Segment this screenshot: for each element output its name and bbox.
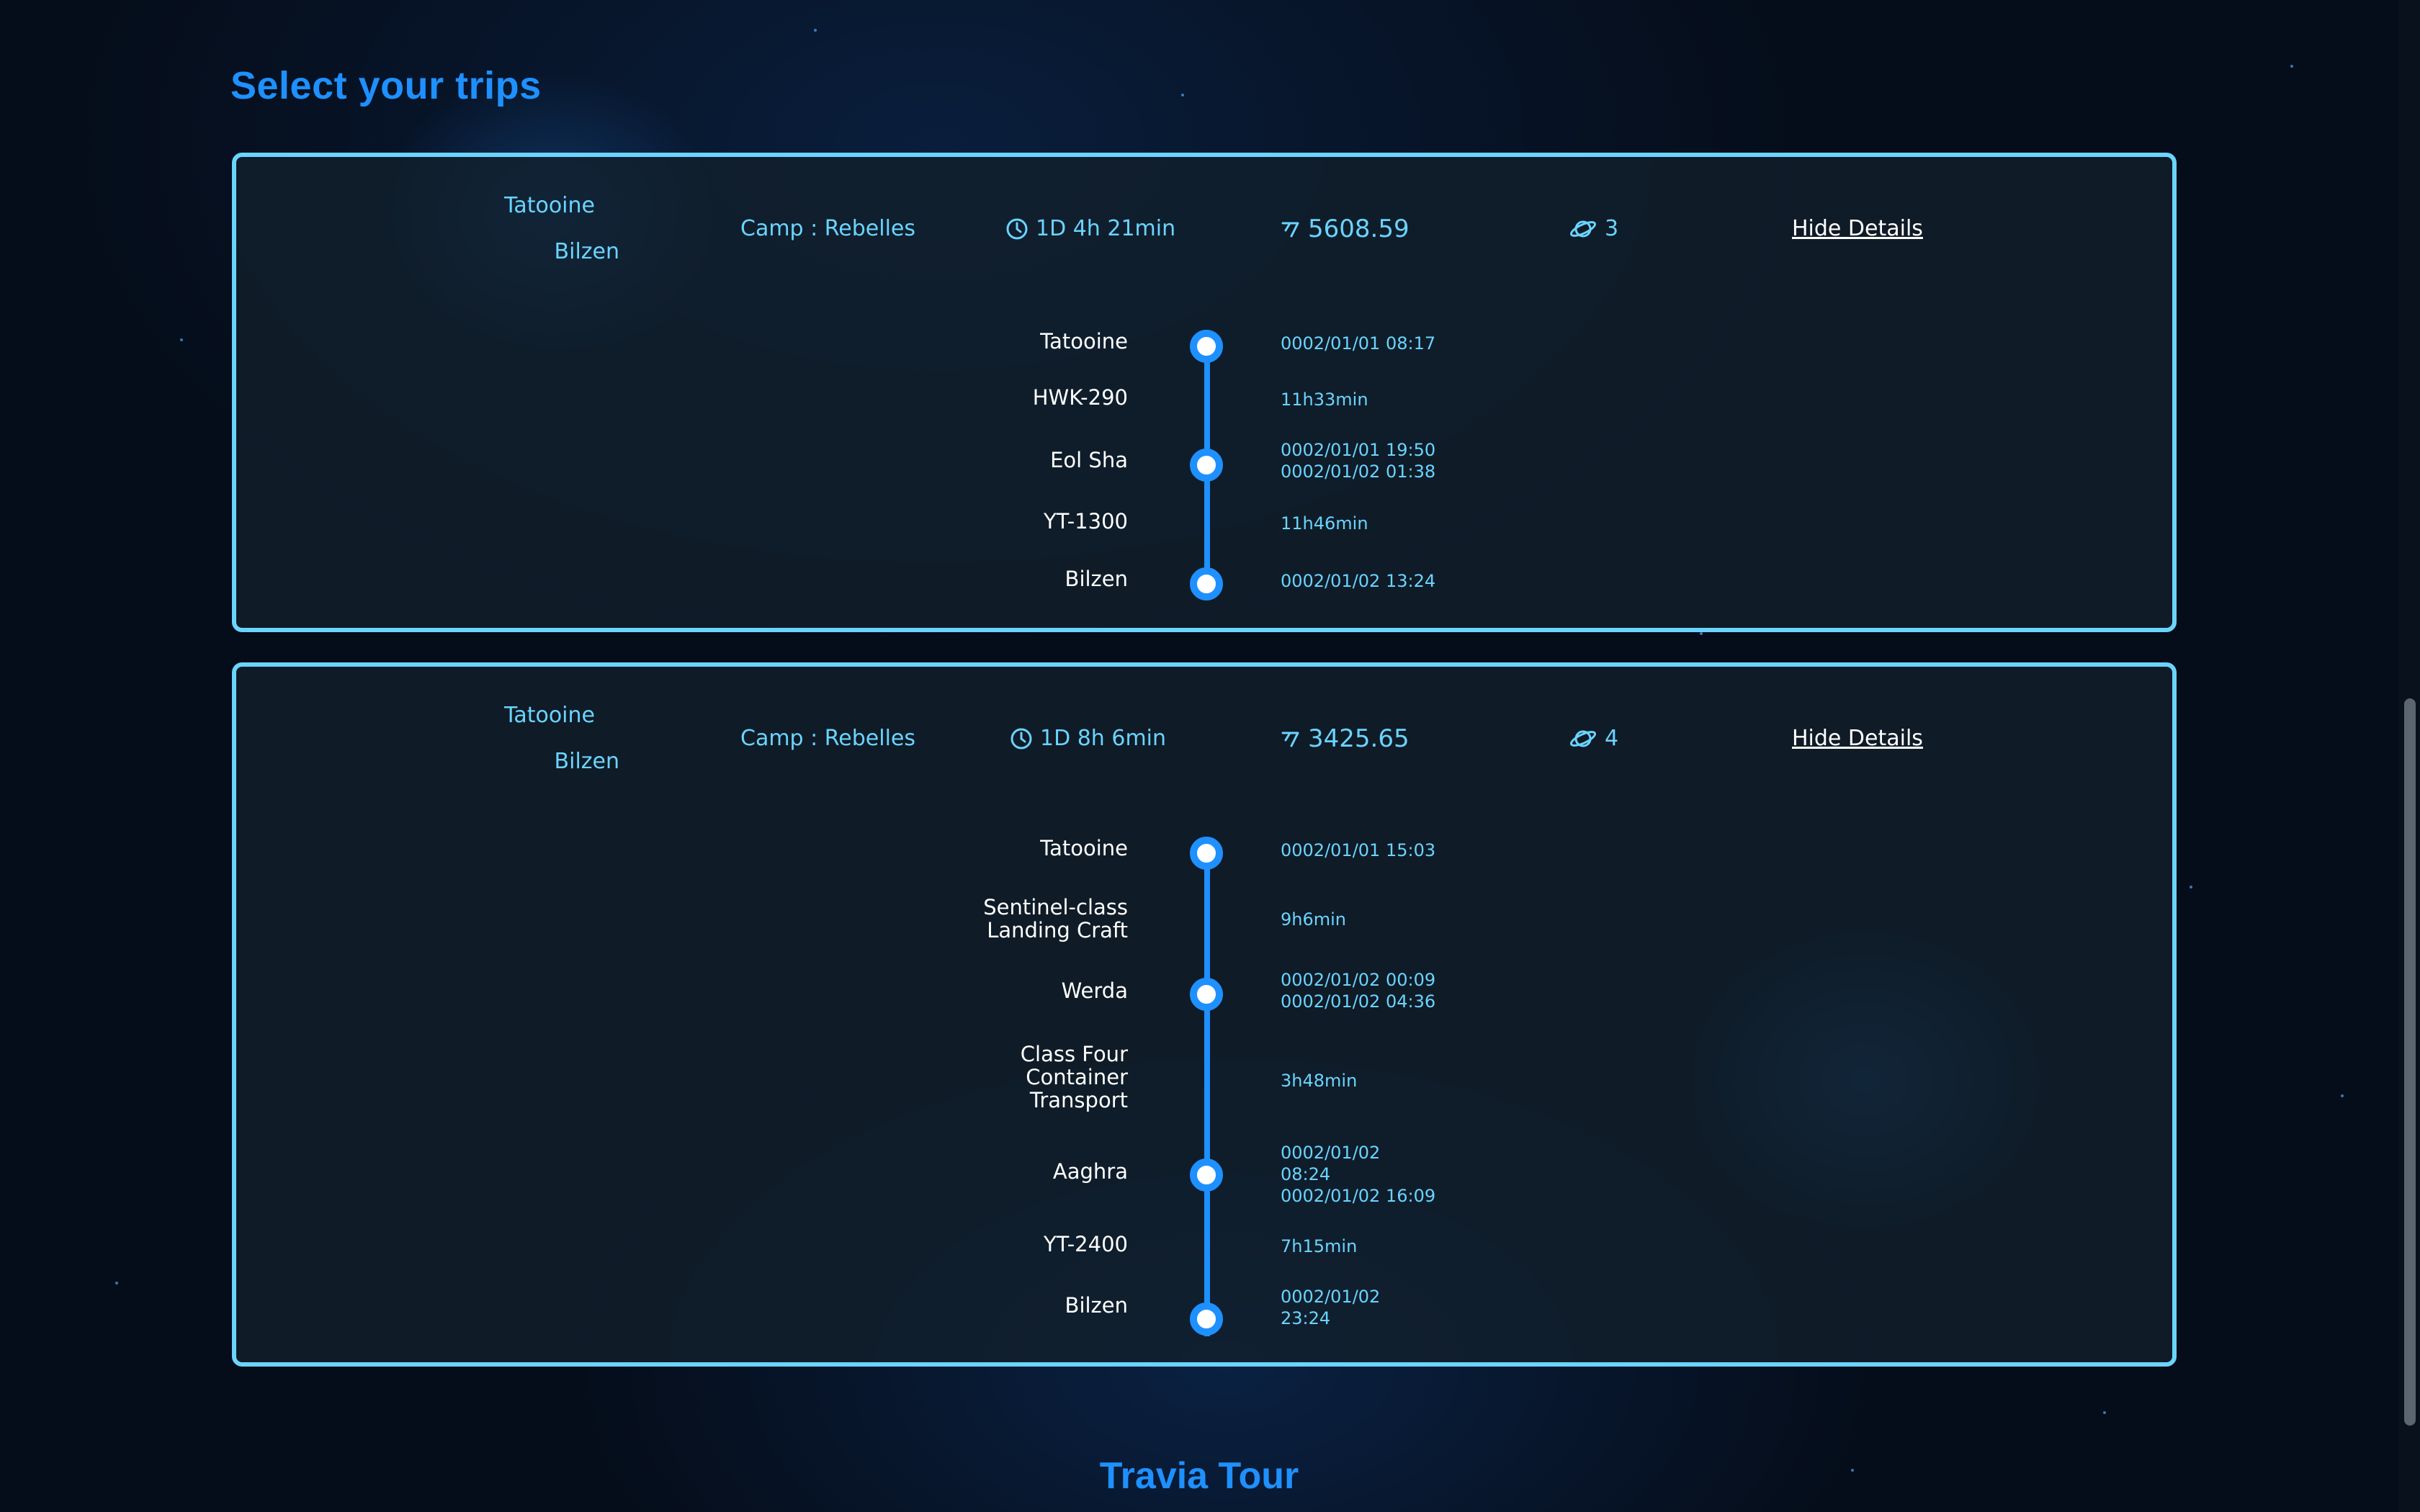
route-leg-vehicle: HWK-290 [1032, 385, 1128, 410]
route-leg-duration: 3h48min [1281, 1071, 1358, 1091]
route-stop-name: Aaghra [1052, 1159, 1128, 1184]
route-stop-node [1190, 567, 1223, 600]
route-timeline: Tatooine 0002/01/01 08:17 HWK-290 11h33m… [236, 157, 2172, 628]
route-leg-duration: 11h46min [1281, 513, 1368, 534]
arrival-time: 0002/01/02 00:09 [1281, 970, 1436, 990]
route-stop-name: Eol Sha [1050, 448, 1128, 472]
route-stop-time: 0002/01/01 19:50 0002/01/02 01:38 [1281, 439, 1435, 482]
route-line [1204, 852, 1210, 1336]
arrival-date: 0002/01/02 [1281, 1287, 1381, 1307]
route-stop-name: Bilzen [1065, 1293, 1128, 1318]
route-stop-time: 0002/01/02 08:24 0002/01/02 16:09 [1281, 1142, 1435, 1207]
scrollbar-thumb[interactable] [2404, 698, 2416, 1426]
route-stop-time: 0002/01/02 13:24 [1281, 571, 1436, 591]
route-stop-node [1190, 1302, 1223, 1336]
footer-brand: Travia Tour [1099, 1455, 1299, 1497]
trip-card[interactable]: Tatooine Bilzen Camp : Rebelles 1D 8h 6m… [232, 662, 2177, 1367]
route-leg-vehicle: YT-2400 [1043, 1232, 1128, 1256]
page-title: Select your trips [230, 64, 542, 107]
route-leg-duration: 7h15min [1281, 1236, 1358, 1256]
route-stop-node [1190, 330, 1223, 363]
route-stop-node [1190, 1158, 1223, 1192]
arrival-time: 0002/01/01 19:50 [1281, 440, 1436, 460]
arrival-time: 08:24 [1281, 1164, 1331, 1184]
route-stop-time: 0002/01/01 08:17 [1281, 333, 1436, 354]
route-leg-duration: 11h33min [1281, 390, 1368, 410]
route-leg-vehicle: Class Four Container Transport [1020, 1042, 1128, 1112]
scrollbar[interactable] [2398, 0, 2420, 1512]
arrival-date: 0002/01/02 [1281, 1143, 1381, 1163]
route-stop-name: Werda [1061, 978, 1128, 1003]
route-stop-node [1190, 837, 1223, 870]
route-stop-time: 0002/01/01 15:03 [1281, 840, 1436, 860]
route-stop-node [1190, 449, 1223, 482]
route-stop-node [1190, 978, 1223, 1011]
arrival-time: 23:24 [1281, 1308, 1331, 1328]
departure-time: 0002/01/02 04:36 [1281, 991, 1436, 1012]
departure-time: 0002/01/02 16:09 [1281, 1186, 1436, 1206]
route-stop-time: 0002/01/02 00:09 0002/01/02 04:36 [1281, 969, 1435, 1012]
route-stop-name: Tatooine [1040, 836, 1128, 860]
route-leg-vehicle: Sentinel-class Landing Craft [983, 895, 1128, 942]
route-leg-duration: 9h6min [1281, 909, 1347, 930]
trip-card[interactable]: Tatooine Bilzen Camp : Rebelles 1D 4h 21… [232, 153, 2177, 632]
route-stop-time: 0002/01/02 23:24 [1281, 1286, 1380, 1329]
route-stop-name: Tatooine [1040, 329, 1128, 354]
departure-time: 0002/01/02 01:38 [1281, 462, 1436, 482]
route-timeline: Tatooine 0002/01/01 15:03 Sentinel-class… [236, 667, 2172, 1362]
route-stop-name: Bilzen [1065, 567, 1128, 591]
route-leg-vehicle: YT-1300 [1043, 509, 1128, 534]
